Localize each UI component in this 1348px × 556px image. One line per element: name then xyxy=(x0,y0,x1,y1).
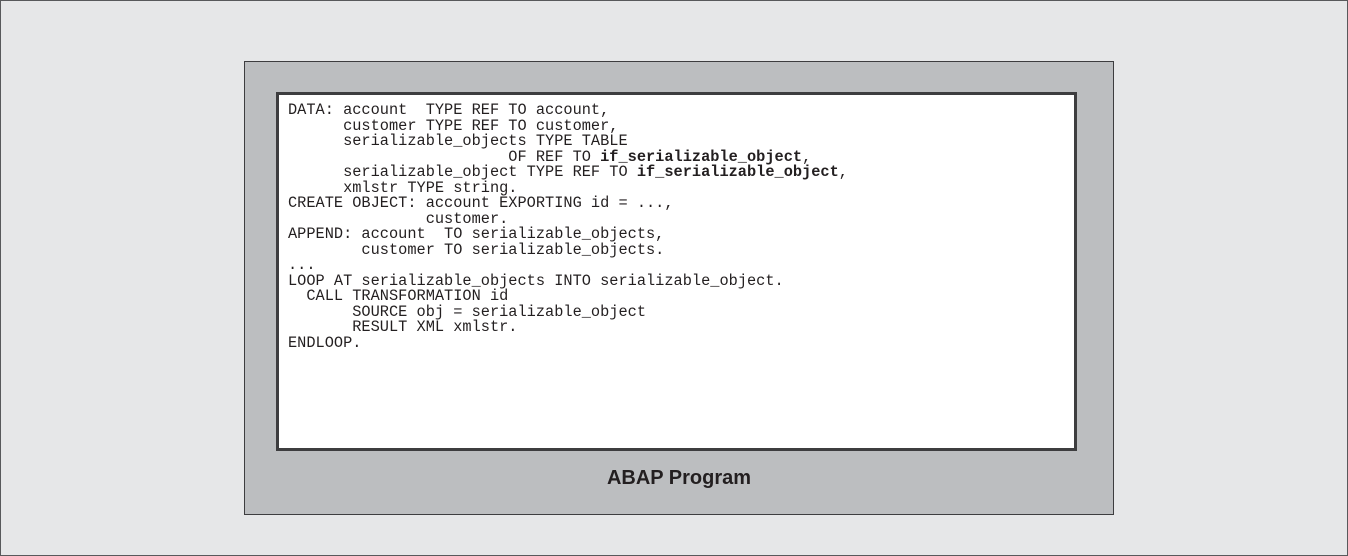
abap-program-box: DATA: account TYPE REF TO account, custo… xyxy=(244,61,1114,515)
code-listing: DATA: account TYPE REF TO account, custo… xyxy=(288,102,1074,352)
code-line: customer TO serializable_objects. xyxy=(288,240,1074,259)
code-panel: DATA: account TYPE REF TO account, custo… xyxy=(276,92,1077,451)
code-text: ENDLOOP. xyxy=(288,333,362,352)
code-text: customer TO serializable_objects. xyxy=(288,240,665,259)
code-text: , xyxy=(838,163,848,181)
figure-background: DATA: account TYPE REF TO account, custo… xyxy=(0,0,1348,556)
code-keyword-bold: if_serializable_object xyxy=(636,163,839,181)
program-label: ABAP Program xyxy=(606,467,752,489)
code-line: ENDLOOP. xyxy=(288,333,1074,352)
code-line: RESULT XML xmlstr. xyxy=(288,319,1074,336)
